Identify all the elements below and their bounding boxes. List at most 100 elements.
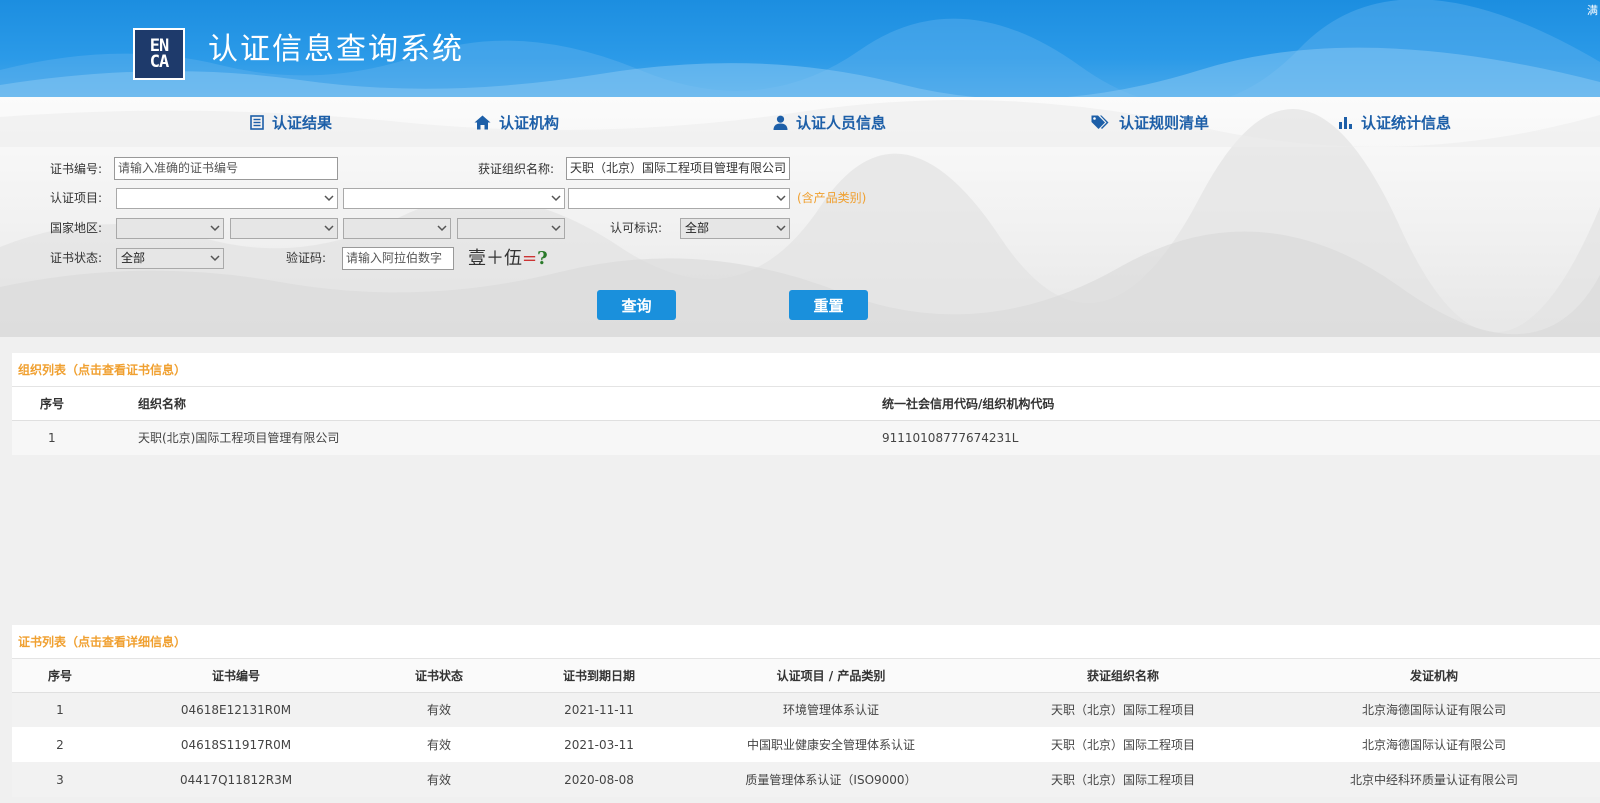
chevron-down-icon [776,195,786,202]
cert-org-name: 天职（北京）国际工程项目 [978,692,1268,727]
cert-issuer: 北京海德国际认证有限公司 [1268,692,1600,727]
column-header: 序号 [12,387,138,421]
org-name[interactable]: 天职(北京)国际工程项目管理有限公司 [138,420,882,455]
cert-no-input[interactable]: 请输入准确的证书编号 [114,157,338,180]
org-table-header: 序号 组织名称 统一社会信用代码/组织机构代码 [12,387,1600,421]
column-header: 认证项目 / 产品类别 [684,659,978,693]
captcha-label: 验证码: [285,251,326,265]
org-list-panel: 组织列表（点击查看证书信息） 序号 组织名称 统一社会信用代码/组织机构代码 1… [12,353,1600,455]
cert-status: 有效 [364,692,514,727]
region-select-1[interactable] [116,218,224,239]
captcha-expression: 壹＋伍 [468,248,522,269]
org-name-input[interactable]: 天职（北京）国际工程项目管理有限公司 [566,157,790,180]
cert-list-title: 证书列表（点击查看详细信息） [12,625,1600,659]
user-icon [773,115,788,130]
column-header: 证书到期日期 [514,659,684,693]
cert-index: 2 [12,727,108,762]
column-header: 统一社会信用代码/组织机构代码 [882,387,1600,421]
chevron-down-icon [551,195,561,202]
captcha-input[interactable]: 请输入阿拉伯数字 [342,247,454,270]
nav-item-statistics[interactable]: 认证统计信息 [1338,111,1451,133]
tags-icon [1091,115,1109,129]
captcha-equals: = [522,248,538,269]
org-index: 1 [12,420,138,455]
chevron-down-icon [210,225,220,232]
main-nav: 认证结果 认证机构 认证人员信息 认证规则清单 认证统计信息 [0,97,1600,145]
search-panel: 认证结果 认证机构 认证人员信息 认证规则清单 认证统计信息 证书编号: 请输入… [0,97,1600,337]
column-header: 发证机构 [1268,659,1600,693]
cert-number[interactable]: 04618S11917R0M [108,727,364,762]
cert-status: 有效 [364,727,514,762]
query-button[interactable]: 查询 [597,290,676,320]
cert-index: 1 [12,692,108,727]
cert-table-header: 序号 证书编号 证书状态 证书到期日期 认证项目 / 产品类别 获证组织名称 发… [12,659,1600,693]
project-hint: (含产品类别) [797,191,867,205]
status-label: 证书状态: [49,251,102,265]
table-row[interactable]: 1 04618E12131R0M 有效 2021-11-11 环境管理体系认证 … [12,692,1600,727]
cert-expiry: 2020-08-08 [514,762,684,797]
cert-table: 序号 证书编号 证书状态 证书到期日期 认证项目 / 产品类别 获证组织名称 发… [12,659,1600,797]
cert-index: 3 [12,762,108,797]
list-icon [250,114,264,130]
cert-number[interactable]: 04618E12131R0M [108,692,364,727]
region-select-2[interactable] [230,218,338,239]
chevron-down-icon [324,195,334,202]
captcha-question: ? [537,248,548,269]
org-name-label: 获证组织名称: [477,162,554,176]
cert-org-name: 天职（北京）国际工程项目 [978,762,1268,797]
project-label: 认证项目: [49,191,102,205]
nav-item-personnel[interactable]: 认证人员信息 [773,111,886,133]
chevron-down-icon [437,225,447,232]
cert-list-panel: 证书列表（点击查看详细信息） 序号 证书编号 证书状态 证书到期日期 认证项目 … [12,625,1600,797]
cert-expiry: 2021-03-11 [514,727,684,762]
column-header: 序号 [12,659,108,693]
status-select-value: 全部 [121,251,146,265]
org-table: 序号 组织名称 统一社会信用代码/组织机构代码 1 天职(北京)国际工程项目管理… [12,387,1600,455]
site-logo[interactable]: EN CA [133,28,185,80]
project-select-2[interactable] [343,188,565,209]
cert-project: 环境管理体系认证 [684,692,978,727]
nav-label: 认证机构 [499,113,560,132]
cert-issuer: 北京海德国际认证有限公司 [1268,727,1600,762]
nav-label: 认证人员信息 [796,113,887,132]
region-label: 国家地区: [49,221,102,235]
nav-label: 认证统计信息 [1361,113,1452,132]
cert-issuer: 北京中经科环质量认证有限公司 [1268,762,1600,797]
column-header: 证书编号 [108,659,364,693]
table-row[interactable]: 3 04417Q11812R3M 有效 2020-08-08 质量管理体系认证（… [12,762,1600,797]
license-select[interactable]: 全部 [680,218,790,239]
license-label: 认可标识: [609,221,662,235]
column-header: 获证组织名称 [978,659,1268,693]
chevron-down-icon [324,225,334,232]
table-row[interactable]: 1 天职(北京)国际工程项目管理有限公司 91110108777674231L [12,420,1600,455]
project-select-3[interactable] [568,188,790,209]
site-title: 认证信息查询系统 [208,32,464,67]
org-credit-code: 91110108777674231L [882,420,1600,455]
captcha-image[interactable]: 壹＋伍=? [468,247,548,271]
home-icon [474,115,491,129]
cert-project: 中国职业健康安全管理体系认证 [684,727,978,762]
site-header: EN CA 认证信息查询系统 满 [0,0,1600,97]
cert-status: 有效 [364,762,514,797]
region-select-4[interactable] [457,218,565,239]
cert-project: 质量管理体系认证（ISO9000） [684,762,978,797]
chevron-down-icon [551,225,561,232]
corner-text: 满 [1587,4,1598,17]
bar-chart-icon [1339,116,1352,129]
reset-button[interactable]: 重置 [789,290,868,320]
nav-item-rules[interactable]: 认证规则清单 [1091,111,1209,133]
org-list-title: 组织列表（点击查看证书信息） [12,353,1600,387]
region-select-3[interactable] [343,218,451,239]
license-select-value: 全部 [685,221,710,235]
chevron-down-icon [776,225,786,232]
project-select-1[interactable] [116,188,338,209]
nav-label: 认证结果 [272,113,333,132]
table-row[interactable]: 2 04618S11917R0M 有效 2021-03-11 中国职业健康安全管… [12,727,1600,762]
nav-item-cert-bodies[interactable]: 认证机构 [474,111,559,133]
cert-no-label: 证书编号: [49,162,102,176]
nav-label: 认证规则清单 [1119,113,1210,132]
nav-item-cert-results[interactable]: 认证结果 [250,111,332,133]
cert-number[interactable]: 04417Q11812R3M [108,762,364,797]
status-select[interactable]: 全部 [116,248,224,269]
column-header: 组织名称 [138,387,882,421]
